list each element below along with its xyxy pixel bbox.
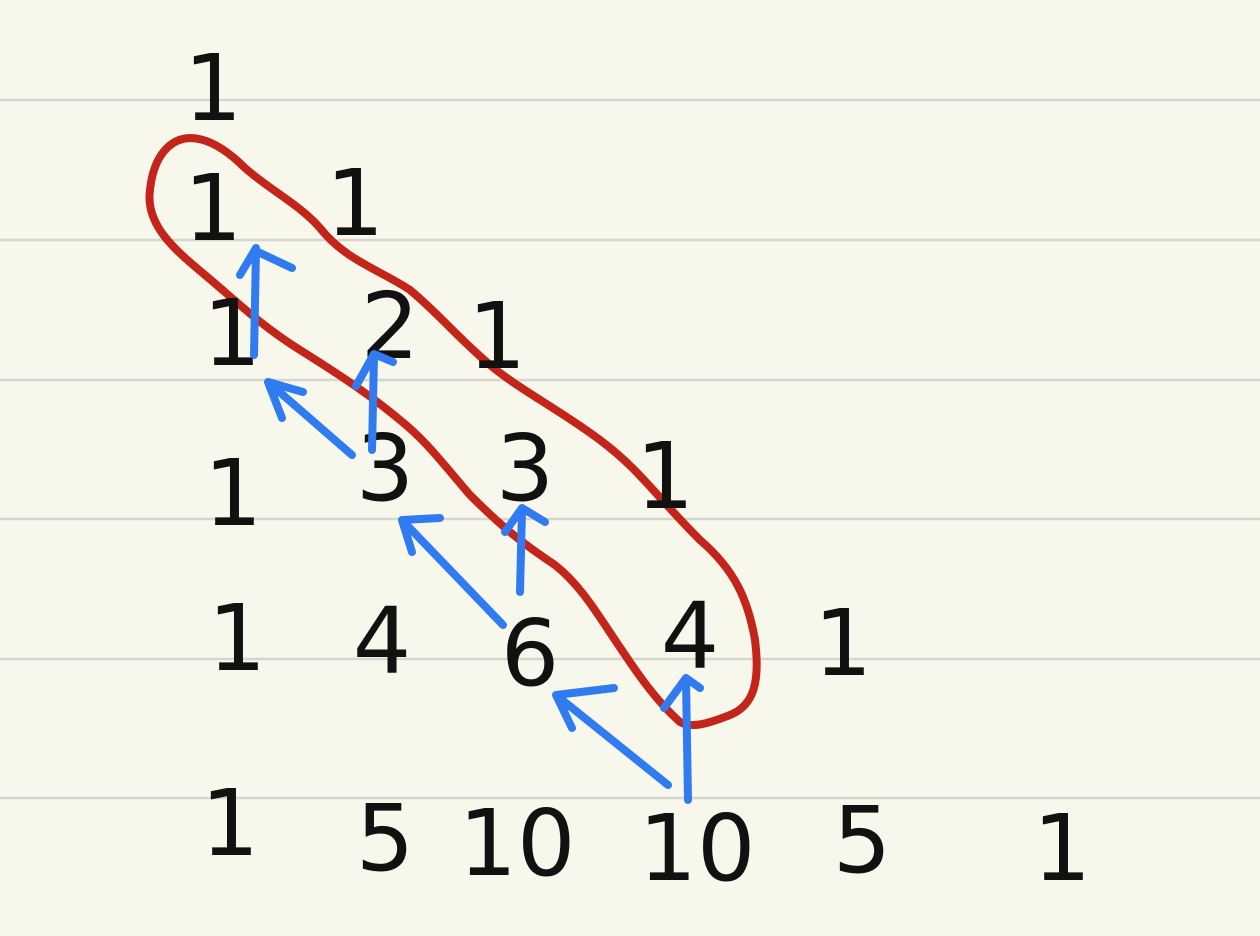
cell-r3-c1: 3 [356, 415, 415, 522]
cell-r4-c3: 4 [661, 583, 720, 690]
cell-r2-c2: 1 [468, 283, 527, 390]
cell-r5-c0: 1 [201, 770, 260, 877]
notebook-page: 1 1 1 1 2 1 1 3 3 1 1 4 6 4 1 1 5 10 10 … [0, 35, 1260, 902]
cell-r3-c0: 1 [204, 440, 263, 547]
cell-r5-c4: 5 [833, 787, 892, 894]
arrow-10-to-6 [552, 684, 672, 789]
cell-r5-c1: 5 [356, 785, 415, 892]
cell-r4-c4: 1 [814, 590, 873, 697]
cell-r1-c0: 1 [184, 155, 243, 262]
cell-r5-c5: 1 [1033, 795, 1092, 902]
cell-r5-c3: 10 [638, 795, 755, 902]
cell-r0-c0: 1 [184, 35, 243, 142]
cell-r4-c1: 4 [353, 588, 412, 695]
arrow-6-to-3-diag [398, 514, 507, 629]
cell-r4-c0: 1 [208, 585, 267, 692]
cell-r4-c2: 6 [501, 600, 560, 707]
cell-r1-c1: 1 [326, 150, 385, 257]
cell-r3-c3: 1 [636, 423, 695, 530]
arrow-3-to-1-diag [264, 378, 356, 459]
cell-r5-c2: 10 [458, 790, 575, 897]
